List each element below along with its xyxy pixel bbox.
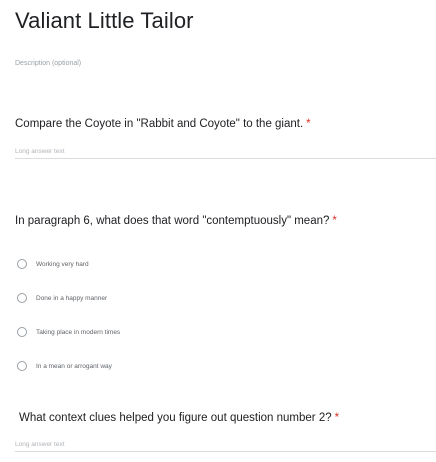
question-text: Compare the Coyote in "Rabbit and Coyote… — [15, 118, 304, 130]
question-2: In paragraph 6, what does that word "con… — [15, 215, 436, 383]
question-3: What context clues helped you figure out… — [15, 412, 436, 452]
question-1: Compare the Coyote in "Rabbit and Coyote… — [15, 118, 436, 159]
long-answer-field[interactable]: Long answer text — [15, 441, 436, 452]
form-description-placeholder[interactable]: Description (optional) — [15, 60, 81, 67]
radio-button[interactable] — [17, 293, 27, 303]
radio-button[interactable] — [17, 259, 27, 269]
required-asterisk: * — [332, 215, 337, 227]
radio-button[interactable] — [17, 361, 27, 371]
option-label[interactable]: Taking place in modern times — [36, 329, 120, 336]
radio-button[interactable] — [17, 327, 27, 337]
radio-option[interactable]: Done in a happy manner — [15, 281, 436, 315]
radio-option[interactable]: In a mean or arrogant way — [15, 349, 436, 383]
radio-option[interactable]: Working very hard — [15, 247, 436, 281]
form-title[interactable]: Valiant Little Tailor — [15, 8, 194, 34]
question-title: What context clues helped you figure out… — [15, 412, 436, 424]
option-label[interactable]: Done in a happy manner — [36, 295, 107, 302]
option-label[interactable]: Working very hard — [36, 261, 89, 268]
option-label[interactable]: In a mean or arrogant way — [36, 363, 112, 370]
question-text: What context clues helped you figure out… — [19, 412, 332, 424]
radio-option[interactable]: Taking place in modern times — [15, 315, 436, 349]
radio-options: Working very hard Done in a happy manner… — [15, 247, 436, 383]
long-answer-field[interactable]: Long answer text — [15, 148, 436, 159]
question-title: Compare the Coyote in "Rabbit and Coyote… — [15, 118, 436, 130]
required-asterisk: * — [306, 118, 311, 130]
required-asterisk: * — [334, 412, 340, 424]
question-title: In paragraph 6, what does that word "con… — [15, 215, 436, 227]
question-text: In paragraph 6, what does that word "con… — [15, 215, 330, 227]
